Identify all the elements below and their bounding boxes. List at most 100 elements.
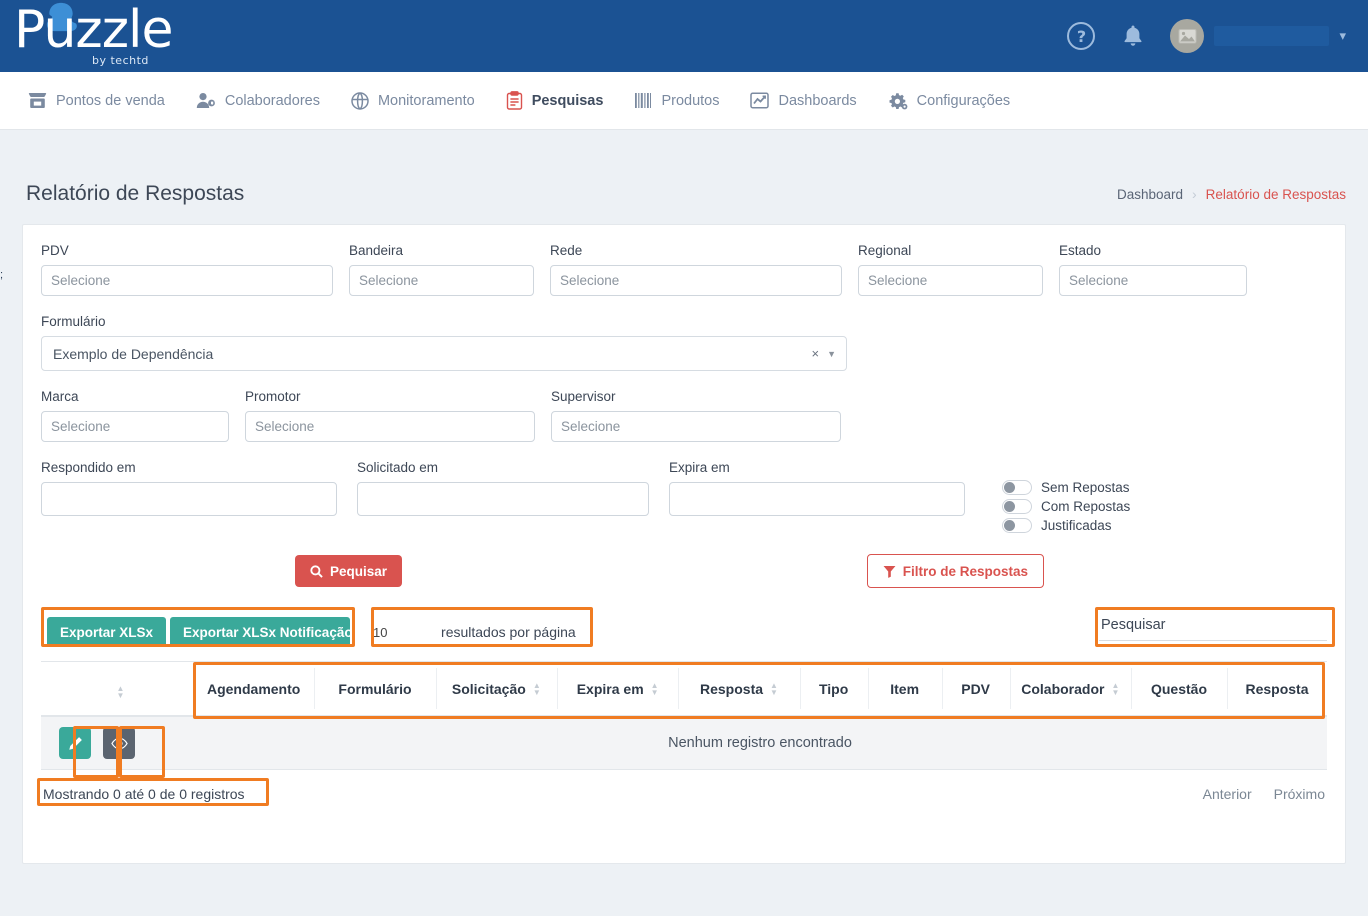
- filters-row-3: Marca Promotor Supervisor: [41, 389, 1327, 442]
- top-right-actions: ? ▾: [1066, 19, 1346, 53]
- page-text-fragment: ;: [0, 269, 4, 281]
- label-solicitado-em: Solicitado em: [357, 460, 439, 475]
- label-supervisor: Supervisor: [551, 389, 616, 404]
- field-promotor: Promotor: [245, 389, 535, 442]
- filtro-de-respostas-button[interactable]: Filtro de Respostas: [866, 554, 1044, 588]
- breadcrumb: Dashboard › Relatório de Respostas: [1117, 186, 1346, 202]
- nav-item-monitoramento[interactable]: Monitoramento: [351, 91, 475, 110]
- col-label: Agendamento: [206, 681, 301, 697]
- help-circle-icon[interactable]: ?: [1066, 21, 1096, 51]
- brand-logo[interactable]: Puzzle by techtd: [0, 2, 173, 70]
- col-colaborador[interactable]: Colaborador ▲ ▼: [1009, 661, 1131, 717]
- row-actions-cell: [41, 716, 193, 770]
- view-row-button[interactable]: [103, 727, 135, 759]
- toggle-knob: [1004, 501, 1015, 512]
- col-pdv[interactable]: PDV: [941, 661, 1010, 717]
- nav-item-configuracoes[interactable]: Configurações: [888, 92, 1011, 110]
- pdv-input[interactable]: [41, 265, 333, 296]
- brand-tagline: by techtd: [92, 54, 149, 67]
- exportar-xlsx-button[interactable]: Exportar XLSx: [47, 617, 167, 647]
- table-search-input[interactable]: [1099, 613, 1327, 641]
- edit-row-button[interactable]: [59, 727, 91, 759]
- per-page-control: resultados por página: [371, 619, 576, 645]
- col-resposta[interactable]: Resposta: [1227, 661, 1327, 717]
- table-search: [1099, 613, 1327, 641]
- results-table: ▲ ▼ Agendamento Formulário Solicitação ▲ ▼: [41, 661, 1327, 770]
- user-menu[interactable]: ▾: [1170, 19, 1346, 53]
- field-pdv: PDV: [41, 243, 333, 296]
- formulario-select[interactable]: Exemplo de Dependência × ▼: [41, 336, 847, 371]
- chevron-down-icon[interactable]: ▼: [827, 349, 836, 359]
- supervisor-input[interactable]: [551, 411, 841, 442]
- bell-icon[interactable]: [1118, 21, 1148, 51]
- col-label: Item: [890, 681, 920, 697]
- records-summary: Mostrando 0 até 0 de 0 registros: [43, 786, 245, 802]
- field-regional: Regional: [858, 243, 1043, 296]
- toggle-sem-repostas-row: Sem Repostas: [1002, 480, 1130, 495]
- toggle-label: Sem Repostas: [1041, 480, 1130, 495]
- label-expira-em: Expira em: [669, 460, 730, 475]
- pagination-previous[interactable]: Anterior: [1203, 786, 1252, 802]
- estado-input[interactable]: [1059, 265, 1247, 296]
- top-header-bar: Puzzle by techtd ? ▾: [0, 0, 1368, 72]
- pesquisar-button[interactable]: Pequisar: [295, 555, 403, 587]
- exportar-xlsx-notificacao-button[interactable]: Exportar XLSx Notificação: [170, 617, 351, 647]
- col-label: Formulário: [338, 681, 412, 697]
- col-solicitacao[interactable]: Solicitação ▲ ▼: [435, 661, 557, 717]
- main-navigation: Pontos de venda Colaboradores Monitorame…: [0, 72, 1368, 130]
- toggle-justificadas[interactable]: [1002, 518, 1032, 533]
- col-agendamento[interactable]: Agendamento: [193, 661, 315, 717]
- nav-label: Configurações: [916, 92, 1011, 109]
- chevron-down-icon[interactable]: ▾: [1339, 29, 1346, 44]
- page-content: ; Relatório de Respostas Dashboard › Rel…: [0, 130, 1368, 916]
- toggle-com-repostas-row: Com Repostas: [1002, 499, 1130, 514]
- clear-selection-icon[interactable]: ×: [811, 346, 819, 361]
- report-card: PDV Bandeira Rede Regional Estado Form: [22, 224, 1346, 864]
- per-page-input[interactable]: [371, 619, 434, 645]
- table-head: ▲ ▼ Agendamento Formulário Solicitação ▲ ▼: [41, 661, 1327, 717]
- toggle-sem-repostas[interactable]: [1002, 480, 1032, 495]
- col-formulario[interactable]: Formulário: [314, 661, 436, 717]
- nav-item-pontos-de-venda[interactable]: Pontos de venda: [28, 92, 165, 109]
- umbrella-icon: [351, 91, 369, 110]
- table-row: Nenhum registro encontrado: [41, 716, 1327, 770]
- solicitado-em-input[interactable]: [357, 482, 649, 516]
- toggle-justificadas-row: Justificadas: [1002, 518, 1130, 533]
- col-questao[interactable]: Questão: [1131, 661, 1227, 717]
- field-supervisor: Supervisor: [551, 389, 841, 442]
- regional-input[interactable]: [858, 265, 1043, 296]
- table-body: Nenhum registro encontrado: [41, 716, 1327, 770]
- filters-row-4: Respondido em Solicitado em Expira em Se…: [41, 460, 1327, 537]
- username-redacted: [1214, 26, 1330, 46]
- response-toggles: Sem Repostas Com Repostas Justificadas: [1002, 460, 1130, 537]
- label-bandeira: Bandeira: [349, 243, 404, 258]
- breadcrumb-dashboard[interactable]: Dashboard: [1117, 187, 1183, 202]
- nav-item-produtos[interactable]: Produtos: [634, 92, 719, 109]
- col-actions[interactable]: ▲ ▼: [41, 661, 193, 717]
- nav-item-pesquisas[interactable]: Pesquisas: [506, 91, 604, 110]
- toggle-com-repostas[interactable]: [1002, 499, 1032, 514]
- brand-name: Puzzle: [14, 0, 173, 60]
- respondido-em-input[interactable]: [41, 482, 337, 516]
- nav-item-colaboradores[interactable]: Colaboradores: [196, 92, 320, 109]
- gears-icon: [888, 92, 908, 110]
- table-header-row: ▲ ▼ Agendamento Formulário Solicitação ▲ ▼: [41, 661, 1327, 717]
- marca-input[interactable]: [41, 411, 229, 442]
- pagination-next[interactable]: Próximo: [1274, 786, 1325, 802]
- bandeira-input[interactable]: [349, 265, 534, 296]
- col-resposta-data[interactable]: Resposta ▲ ▼: [678, 661, 800, 717]
- col-expira-em[interactable]: Expira em ▲ ▼: [556, 661, 679, 717]
- nav-label: Pesquisas: [531, 92, 604, 109]
- col-item[interactable]: Item: [867, 661, 942, 717]
- table-footer: Mostrando 0 até 0 de 0 registros Anterio…: [37, 770, 1327, 806]
- nav-label: Colaboradores: [224, 92, 320, 109]
- rede-input[interactable]: [550, 265, 842, 296]
- expira-em-input[interactable]: [669, 482, 965, 516]
- toggle-knob: [1004, 482, 1015, 493]
- promotor-input[interactable]: [245, 411, 535, 442]
- nav-label: Pontos de venda: [56, 92, 165, 109]
- results-table-wrapper: ▲ ▼ Agendamento Formulário Solicitação ▲ ▼: [41, 661, 1327, 778]
- nav-item-dashboards[interactable]: Dashboards: [750, 92, 857, 109]
- page-title: Relatório de Respostas: [26, 182, 245, 205]
- col-tipo[interactable]: Tipo: [799, 661, 868, 717]
